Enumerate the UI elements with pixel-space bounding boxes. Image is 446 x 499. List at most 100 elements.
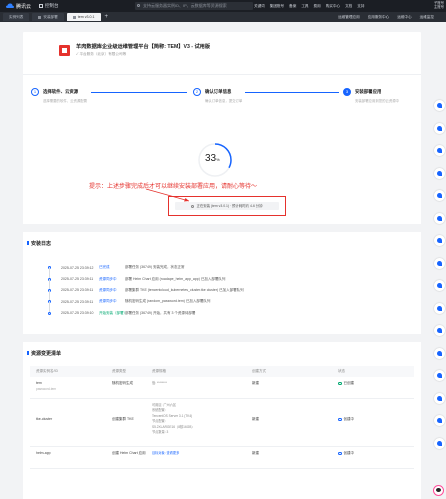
support-chat-icon[interactable] <box>434 437 445 449</box>
search-icon <box>137 4 140 7</box>
resource-name-cell: tke-cluster <box>30 399 112 446</box>
top-nav-tools[interactable]: 工具 <box>301 4 308 9</box>
assistant-avatar-icon[interactable] <box>433 485 444 496</box>
install-log-section: 安装日志 2025-07-25 23:39:12 已完成 部署任务 (36749… <box>23 224 421 334</box>
tab-label: 安装部署 <box>43 15 58 19</box>
log-message: 部署任务 (36749) 开始，共有 3 个资源待部署 <box>125 310 196 315</box>
brand-name: 腾讯云 <box>16 3 32 10</box>
log-message: 部署 Helm Chart 应用 (roadape_helm_app_app) … <box>125 276 226 281</box>
step-desc: 安装部署应用到您的云资源中 <box>355 99 400 103</box>
support-chat-icon[interactable] <box>434 190 445 201</box>
table-row: tke-cluster 创建集群 TKE 可用区: 广州六区 系统配置: Ten… <box>30 399 414 447</box>
log-message: 部署集群 TKE (tencentcloud_kubernetes_cluste… <box>125 287 244 292</box>
support-chat-icon[interactable] <box>434 100 445 111</box>
resource-table: 资源实例名/ID 资源类型 资源规格 创建方式 状态 tem password-… <box>30 366 414 469</box>
resource-spec: 值: ******** <box>152 377 252 398</box>
support-chat-icon[interactable] <box>434 235 445 246</box>
top-nav-billing[interactable]: 费用 <box>314 4 321 9</box>
brand-logo[interactable]: 腾讯云 <box>6 3 31 10</box>
step-desc: 确认订单信息，提交订单 <box>205 99 243 103</box>
support-chat-icon[interactable] <box>434 257 445 269</box>
tab-instance-list[interactable]: 实例列表 <box>3 13 30 21</box>
log-tag: 资源同步中 <box>99 287 117 292</box>
log-time: 2025-07-25 23:39:11 <box>61 299 94 304</box>
check-icon <box>338 381 342 386</box>
step-title: 选择软件、云资源 <box>43 88 79 94</box>
user-menu[interactable]: 子账号 主账号 <box>434 1 444 10</box>
step-connector <box>91 92 187 93</box>
log-row: 2025-07-25 23:39:10 开始安装（部署） 部署任务 (36749… <box>48 308 244 319</box>
top-nav-docs[interactable]: 文档 <box>345 4 352 9</box>
log-list: 2025-07-25 23:39:12 已完成 部署任务 (36749) 安装完… <box>48 262 244 319</box>
top-nav-group-account[interactable]: 集团账号 <box>270 4 284 9</box>
column-header: 状态 <box>338 369 345 373</box>
spec-link[interactable]: 目标对象: 查看更多 <box>152 451 252 456</box>
table-row: helm-app 创建 Helm Chart 应用 目标对象: 查看更多 新建 … <box>30 447 414 469</box>
top-nav-purchase[interactable]: 购买中心 <box>326 4 340 9</box>
create-method: 新建 <box>252 451 259 455</box>
main-card: 羊肉数据库企业级运维管理平台【简称: TEM】V3 - 试用版 ✓ 平台服务（北… <box>23 32 421 499</box>
ops-app-link[interactable]: 运维管理应用 <box>338 15 360 20</box>
global-search-placeholder: 支持云服务器实例ID、IP、云数据库等资源搜索 <box>143 3 227 8</box>
support-chat-icon[interactable] <box>434 280 445 291</box>
log-row: 2025-07-25 23:39:12 已完成 部署任务 (36749) 安装完… <box>48 262 244 279</box>
column-header: 创建方式 <box>252 369 266 373</box>
resource-name: tem <box>36 381 42 385</box>
top-nav-support[interactable]: 支持 <box>357 4 364 9</box>
create-method: 新建 <box>252 417 259 421</box>
support-chat-icon[interactable] <box>434 212 445 224</box>
step-connector <box>245 92 339 93</box>
support-chat-icon[interactable] <box>434 122 445 134</box>
resource-type: 创建集群 TKE <box>112 417 134 421</box>
create-method: 新建 <box>252 381 259 385</box>
status-highlight-box: 正在安装 (tem v3.0.1) · 预计耗时约 4-6 分钟 <box>168 196 286 216</box>
global-search-input[interactable]: 支持云服务器实例ID、IP、云数据库等资源搜索 <box>135 2 253 10</box>
tab-deploy[interactable]: 安装部署 <box>32 13 64 21</box>
support-chat-icon[interactable] <box>434 415 445 426</box>
product-vendor: ✓ 平台服务（北京）有限公司等 <box>76 52 127 56</box>
console-label: 控制台 <box>45 3 59 8</box>
step-desc: 选择需要的软件、云资源配置 <box>43 99 88 103</box>
ops-center-link[interactable]: 运维中心 <box>397 15 411 20</box>
top-nav-filing[interactable]: 备案 <box>289 4 296 9</box>
cloud-logo-icon <box>6 3 14 8</box>
app-service-link[interactable]: 应用服务中心 <box>368 15 390 20</box>
loading-icon <box>338 451 342 456</box>
spec-line: 值: ******** <box>152 381 167 385</box>
top-bar: 腾讯云 控制台 支持云服务器实例ID、IP、云数据库等资源搜索 关键词 集团账号… <box>0 0 446 12</box>
tab-bar: 实例列表 安装部署 tem v3.0.1 + 运维管理应用 应用服务中心 运维中… <box>0 12 446 22</box>
column-header: 资源规格 <box>152 369 166 373</box>
status-badge: 已创建 <box>338 381 364 386</box>
step-number: 1 <box>31 88 39 96</box>
log-message: 部署任务 (36749) 安装完成，状态正常 <box>125 265 185 270</box>
product-title: 羊肉数据库企业级运维管理平台【简称: TEM】V3 - 试用版 <box>76 44 211 50</box>
support-chat-icon[interactable] <box>434 370 445 381</box>
resource-type: 随机密码生成 <box>112 381 133 385</box>
support-chat-icon[interactable] <box>434 392 445 404</box>
tab-bar-links: 运维管理应用 应用服务中心 运维中心 运维监控 <box>330 12 434 22</box>
support-chat-icon[interactable] <box>434 145 445 156</box>
tab-tem[interactable]: tem v3.0.1 <box>66 13 101 21</box>
step-indicator: 1 选择软件、云资源 选择需要的软件、云资源配置 2 确认订单信息 确认订单信息… <box>23 74 421 134</box>
step-title: 确认订单信息 <box>205 88 232 94</box>
ops-monitor-link[interactable]: 运维监控 <box>420 15 434 20</box>
spec-line: 节点数量: 3 <box>152 430 169 435</box>
resource-type: 创建 Helm Chart 应用 <box>112 451 146 455</box>
log-title: 安装日志 <box>23 240 421 247</box>
add-tab-button[interactable]: + <box>105 14 109 20</box>
install-status-text: 正在安装 (tem v3.0.1) · 预计耗时约 4-6 分钟 <box>196 204 263 208</box>
status-text: 创建中 <box>343 451 355 455</box>
support-chat-icon[interactable] <box>434 302 445 314</box>
floating-sidebar <box>432 100 446 460</box>
log-tag: 已完成 <box>99 265 110 270</box>
table-row: tem password-tem 随机密码生成 值: ******** 新建 已… <box>30 377 414 399</box>
support-chat-icon[interactable] <box>434 167 445 179</box>
top-nav-keyword[interactable]: 关键词 <box>254 4 265 9</box>
tab-label: tem v3.0.1 <box>77 15 95 19</box>
status-badge: 创建中 <box>338 451 364 456</box>
log-message: 随机密码生成 (random_password.tem) 已加入部署队列 <box>125 299 211 304</box>
support-chat-icon[interactable] <box>434 325 445 336</box>
console-link[interactable]: 控制台 <box>39 3 59 9</box>
support-chat-icon[interactable] <box>434 347 445 359</box>
main-page: 羊肉数据库企业级运维管理平台【简称: TEM】V3 - 试用版 ✓ 平台服务（北… <box>23 32 421 499</box>
